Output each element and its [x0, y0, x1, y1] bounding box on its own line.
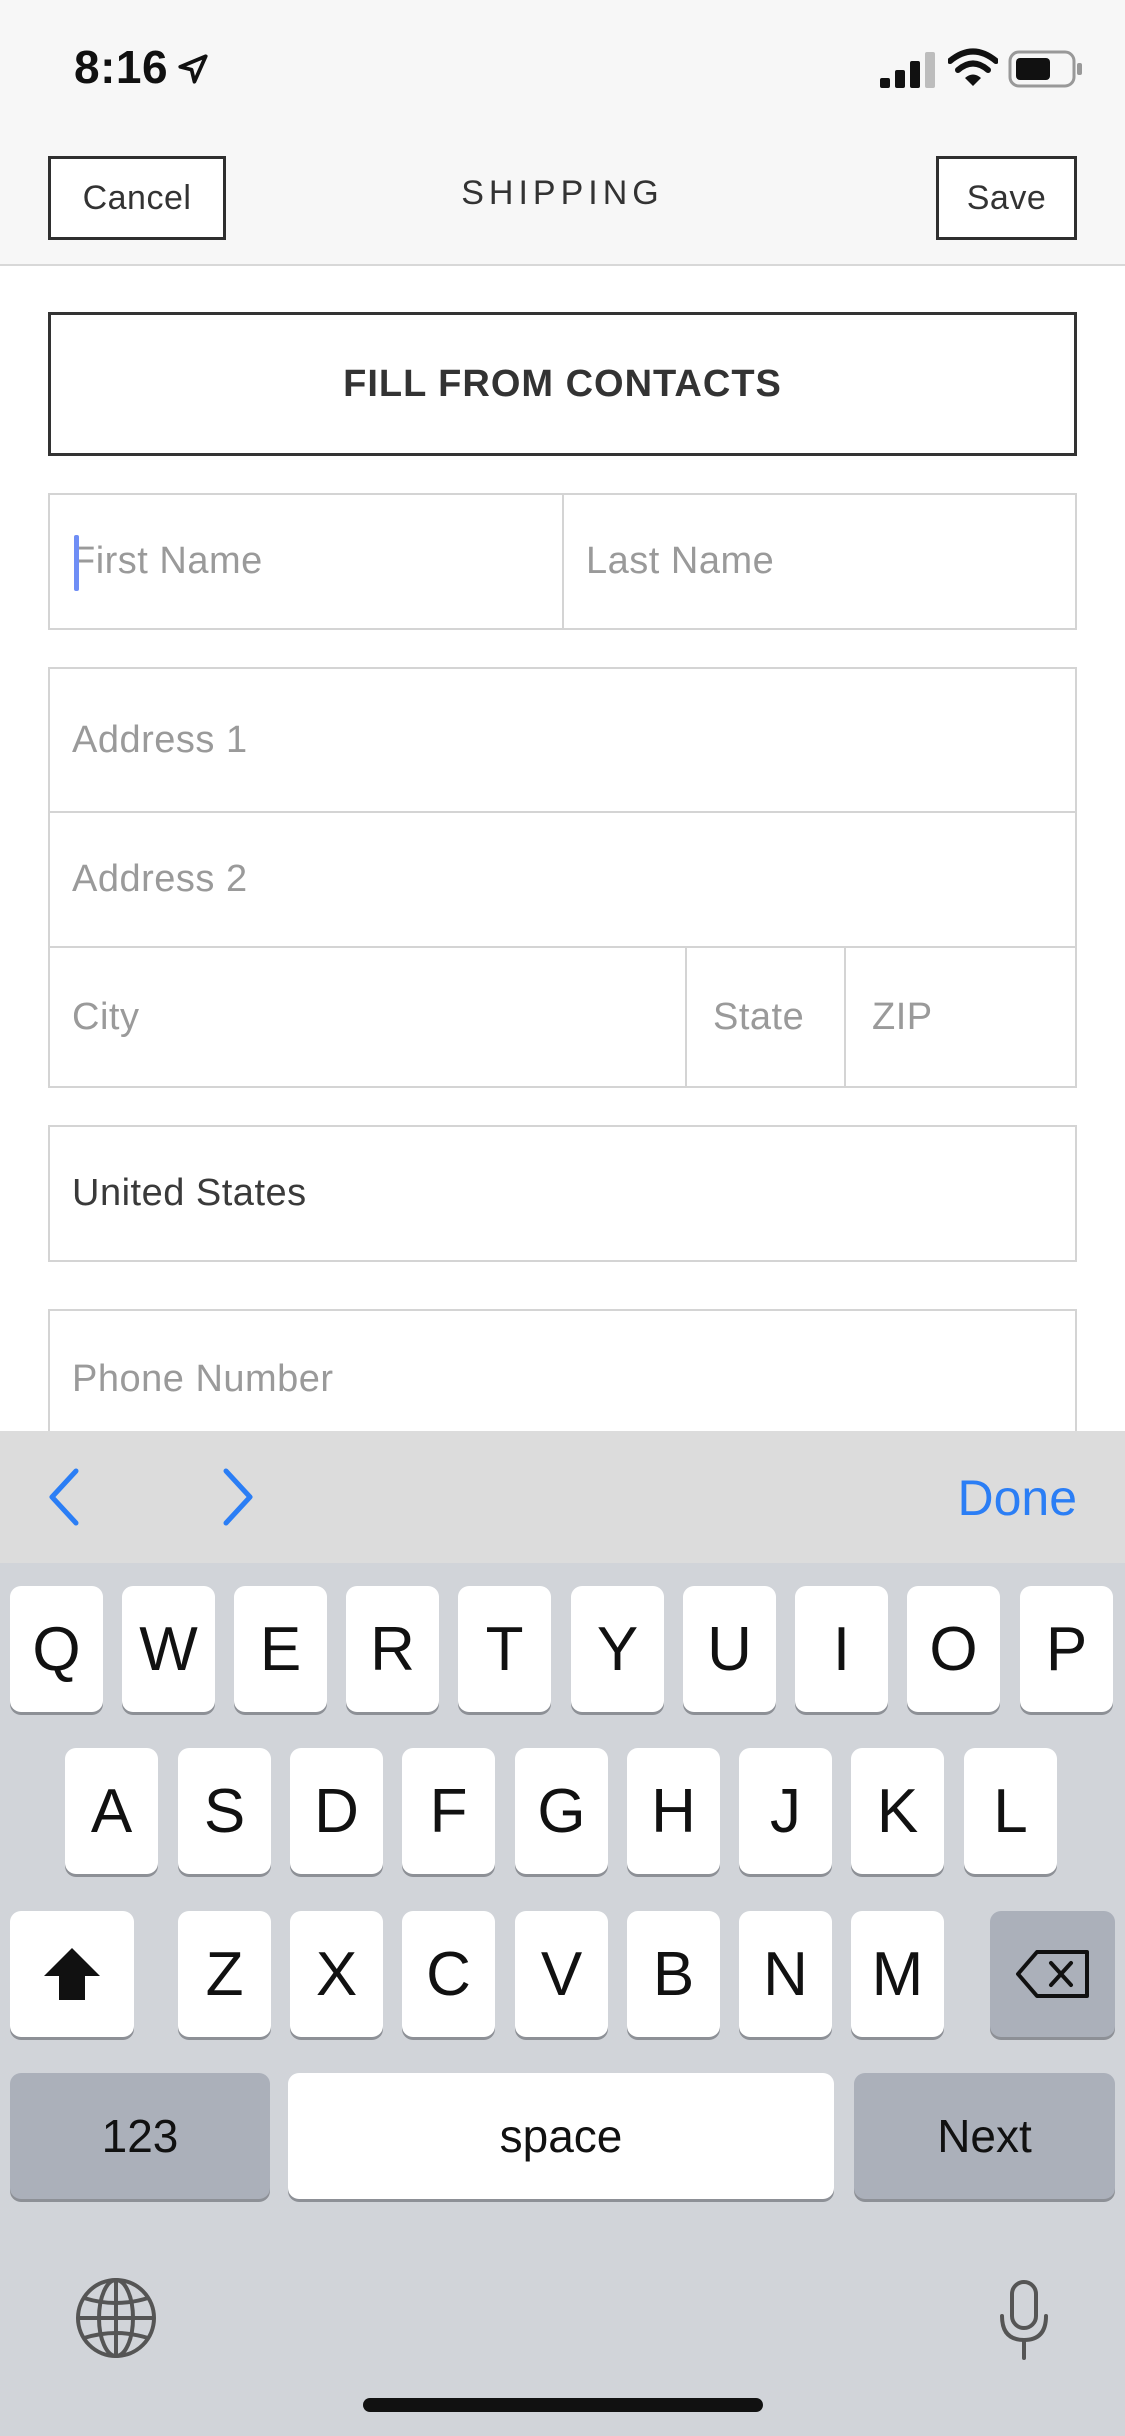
key-g[interactable]: G	[515, 1748, 608, 1874]
key-m[interactable]: M	[851, 1911, 944, 2037]
address-group: Address 1 Address 2 City State ZIP	[48, 667, 1077, 1088]
key-j[interactable]: J	[739, 1748, 832, 1874]
first-name-field[interactable]: First Name	[50, 495, 562, 628]
address2-field[interactable]: Address 2	[50, 813, 1075, 946]
country-group: United States	[48, 1125, 1077, 1262]
phone-group: Phone Number	[48, 1309, 1077, 1449]
backspace-icon	[1015, 1950, 1089, 1998]
key-o[interactable]: O	[907, 1586, 1000, 1712]
keyboard: Q W E R T Y U I O P A S D F G H J K L Z …	[0, 1563, 1125, 2436]
shift-key[interactable]	[10, 1911, 134, 2037]
chevron-left-icon[interactable]	[30, 1461, 102, 1533]
shift-icon	[44, 1948, 100, 2000]
key-p[interactable]: P	[1020, 1586, 1113, 1712]
key-d[interactable]: D	[290, 1748, 383, 1874]
address1-field[interactable]: Address 1	[50, 669, 1075, 811]
phone-field[interactable]: Phone Number	[50, 1311, 1075, 1447]
space-key[interactable]: space	[288, 2073, 834, 2199]
name-group: First Name Last Name	[48, 493, 1077, 630]
globe-icon[interactable]	[74, 2276, 158, 2360]
key-k[interactable]: K	[851, 1748, 944, 1874]
key-b[interactable]: B	[627, 1911, 720, 2037]
wifi-icon	[948, 48, 998, 86]
fill-from-contacts-button[interactable]: FILL FROM CONTACTS	[48, 312, 1077, 456]
status-bar: 8:16	[0, 0, 1125, 140]
chevron-right-icon[interactable]	[200, 1461, 272, 1533]
zip-field[interactable]: ZIP	[846, 948, 1075, 1086]
location-arrow-icon	[178, 54, 208, 84]
key-y[interactable]: Y	[571, 1586, 664, 1712]
key-w[interactable]: W	[122, 1586, 215, 1712]
text-cursor	[74, 535, 79, 591]
status-time: 8:16	[74, 41, 169, 93]
next-key[interactable]: Next	[854, 2073, 1115, 2199]
country-select[interactable]: United States	[50, 1127, 1075, 1260]
microphone-icon[interactable]	[996, 2278, 1052, 2362]
nav-bar: Cancel SHIPPING Save	[0, 140, 1125, 266]
last-name-field[interactable]: Last Name	[564, 495, 1075, 628]
key-l[interactable]: L	[964, 1748, 1057, 1874]
key-u[interactable]: U	[683, 1586, 776, 1712]
key-v[interactable]: V	[515, 1911, 608, 2037]
numbers-key[interactable]: 123	[10, 2073, 270, 2199]
key-i[interactable]: I	[795, 1586, 888, 1712]
key-e[interactable]: E	[234, 1586, 327, 1712]
key-r[interactable]: R	[346, 1586, 439, 1712]
state-field[interactable]: State	[687, 948, 844, 1086]
home-indicator	[363, 2398, 763, 2412]
key-q[interactable]: Q	[10, 1586, 103, 1712]
key-f[interactable]: F	[402, 1748, 495, 1874]
city-field[interactable]: City	[50, 948, 685, 1086]
key-h[interactable]: H	[627, 1748, 720, 1874]
battery-icon	[1008, 50, 1082, 88]
done-button[interactable]: Done	[957, 1469, 1077, 1527]
key-t[interactable]: T	[458, 1586, 551, 1712]
key-s[interactable]: S	[178, 1748, 271, 1874]
key-z[interactable]: Z	[178, 1911, 271, 2037]
cellular-signal-icon	[880, 52, 935, 88]
keyboard-accessory-bar: Done	[0, 1431, 1125, 1563]
key-a[interactable]: A	[65, 1748, 158, 1874]
backspace-key[interactable]	[990, 1911, 1115, 2037]
save-button[interactable]: Save	[936, 156, 1077, 240]
key-n[interactable]: N	[739, 1911, 832, 2037]
key-c[interactable]: C	[402, 1911, 495, 2037]
key-x[interactable]: X	[290, 1911, 383, 2037]
